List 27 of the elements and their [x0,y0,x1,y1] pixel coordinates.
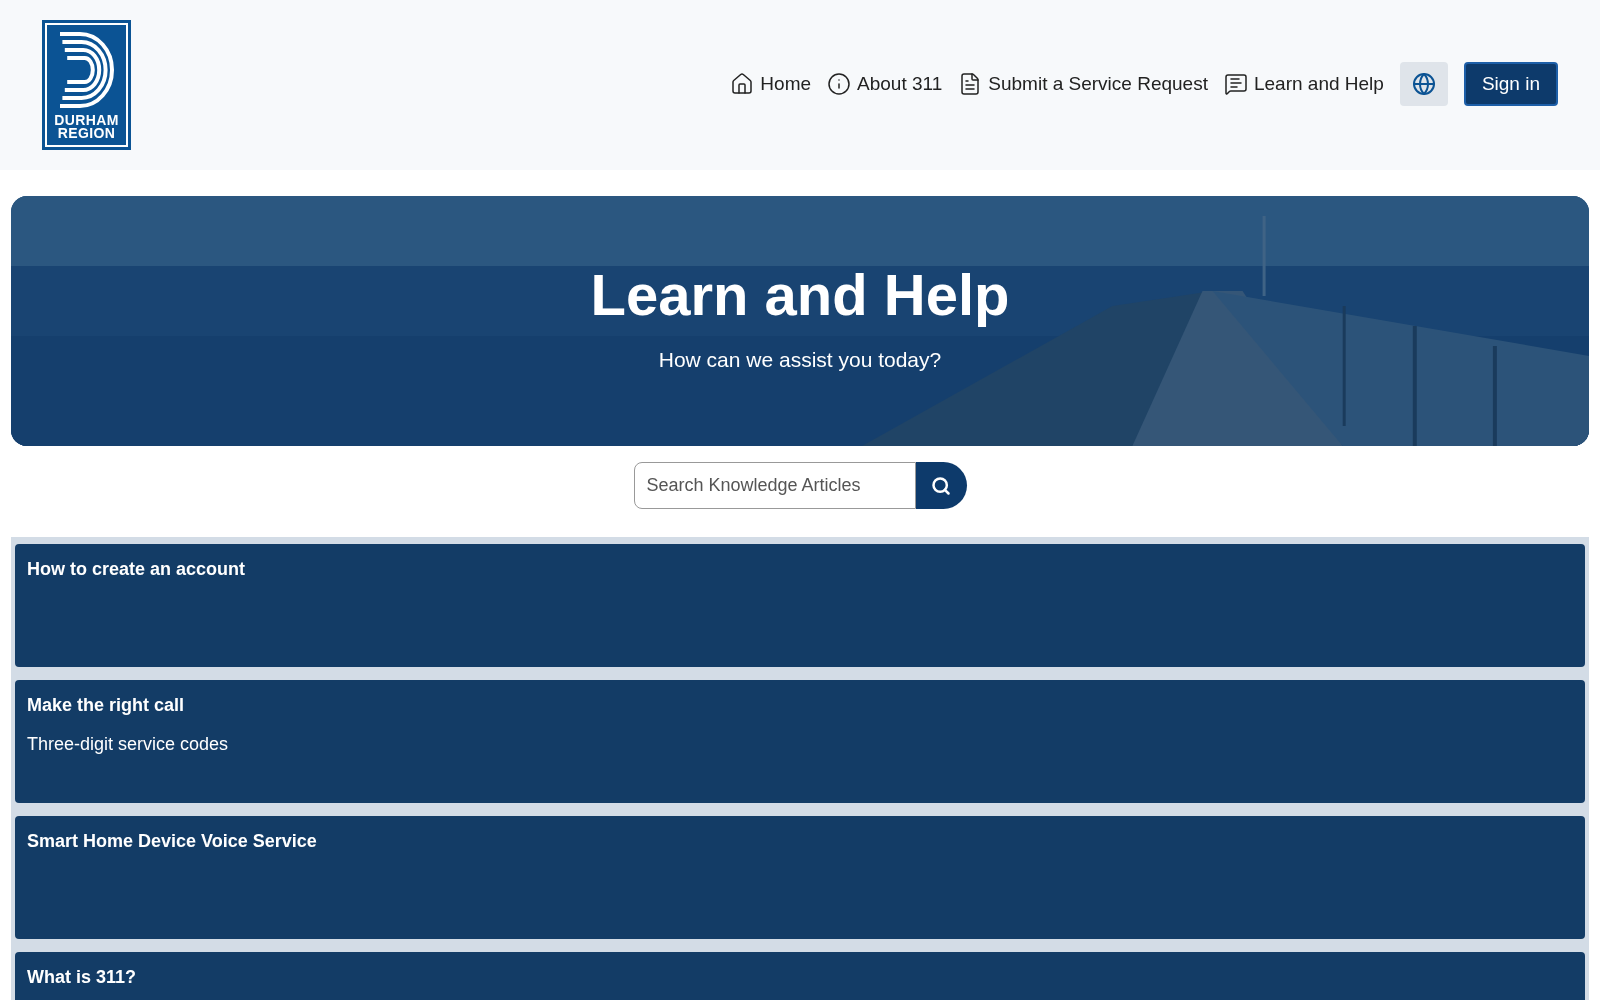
globe-icon [1411,72,1436,96]
article-card[interactable]: Smart Home Device Voice Service [15,816,1585,939]
search-button[interactable] [915,462,967,509]
chat-icon [1223,72,1248,96]
logo-text: DURHAM [54,114,119,127]
article-card[interactable]: Make the right call Three-digit service codes [15,680,1585,803]
nav-link[interactable]: Submit a Service Request [958,69,1208,99]
home-icon [730,72,755,96]
article-title: Make the right call [27,694,186,717]
search-icon [931,475,951,496]
logo[interactable]: DURHAM REGION [42,20,131,150]
info-icon [827,72,852,96]
hero-subtitle: How can we assist you today? [658,347,942,374]
sign-in-button[interactable]: Sign in [1463,62,1558,106]
hero-title: Learn and Help [590,266,1010,325]
article-card[interactable]: How to create an account [15,544,1585,667]
article-description: Three-digit service codes [27,733,230,756]
logo-text: REGION [57,127,116,140]
language-button[interactable] [1399,62,1448,106]
nav-link[interactable]: About 311 [827,69,943,99]
article-title: Smart Home Device Voice Service [27,830,318,853]
article-title: What is 311? [27,966,138,989]
nav-link[interactable]: Learn and Help [1223,69,1384,99]
article-card[interactable]: What is 311? [15,952,1585,1000]
search-field[interactable]: Search Knowledge Articles [633,462,916,509]
article-title: How to create an account [27,558,247,581]
nav-link[interactable]: Home [730,69,812,99]
